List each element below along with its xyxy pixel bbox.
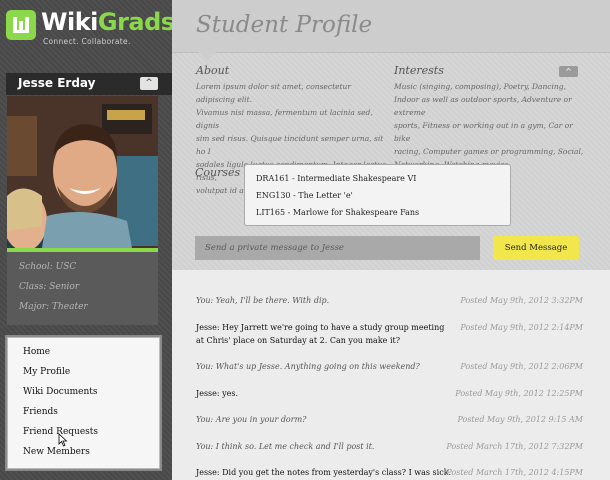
logo-tagline: Connect. Collaborate. [43,37,131,46]
interests-text: Music (singing, composing), Poetry, Danc… [394,80,589,171]
message-timestamp: Posted May 9th, 2012 2:06PM [460,362,583,371]
message-text: You: What's up Jesse. Anything going on … [196,362,420,371]
sidebar-nav: Home My Profile Wiki Documents Friends F… [7,337,160,469]
message-timestamp: Posted May 9th, 2012 12:25PM [455,389,583,398]
message-timestamp: Posted May 9th, 2012 2:14PM [460,323,583,332]
message-text: Jesse: Hey Jarrett we're going to have a… [196,323,445,345]
interests-line: Indoor as well as outdoor sports, Advent… [394,95,572,117]
course-item[interactable]: DRA161 - Intermediate Shakespeare VI [256,174,416,183]
about-line: Lorem ipsum dolor sit amet, consectetur … [196,82,351,104]
private-message-input[interactable] [195,236,480,260]
courses-heading: Courses [195,166,241,179]
nav-item-wiki-documents[interactable]: Wiki Documents [23,387,98,397]
nav-item-new-members[interactable]: New Members [23,447,90,457]
nav-item-home[interactable]: Home [23,347,50,357]
interests-heading: Interests [394,64,444,77]
about-line: sim sed risus. Quisque tincidunt semper … [196,134,384,156]
interests-line: Music (singing, composing), Poetry, Danc… [394,82,566,91]
nav-item-friends[interactable]: Friends [23,407,58,417]
logo-icon [6,10,36,40]
page-title: Student Profile [196,12,373,38]
message-timestamp: Posted March 17th, 2012 4:15PM [446,468,583,477]
profile-school: School: USC [19,262,77,272]
profile-class: Class: Senior [19,282,80,292]
course-item[interactable]: LIT165 - Marlowe for Shakespeare Fans [256,208,419,217]
logo-name-wiki: Wiki [41,8,98,36]
message-timestamp: Posted May 9th, 2012 3:32PM [460,296,583,305]
message-text: You: Yeah, I'll be there. With dip. [196,296,330,305]
profile-photo [7,96,158,248]
courses-list: DRA161 - Intermediate Shakespeare VI ENG… [244,164,511,226]
message-text: You: I think so. Let me check and I'll p… [196,442,375,451]
logo-name: WikiGrads [41,8,175,36]
about-heading: About [196,64,230,77]
about-line: Vivamus nisi massa, fermentum ut lacinia… [196,108,373,130]
profile-info: School: USC Class: Senior Major: Theater [7,252,158,325]
send-message-button[interactable]: Send Message [493,236,579,260]
message-timestamp: Posted March 17th, 2012 7:32PM [446,442,583,451]
course-item[interactable]: ENG130 - The Letter 'e' [256,191,353,200]
collapse-details-button[interactable]: ^ [559,66,578,77]
message-text: Jesse: Did you get the notes from yester… [196,468,452,477]
message-text: You: Are you in your dorm? [196,415,307,424]
message-timestamp: Posted May 9th, 2012 9:15 AM [457,415,583,424]
app-logo[interactable]: WikiGrads Connect. Collaborate. [6,8,175,46]
collapse-profile-button[interactable]: ^ [140,77,158,90]
profile-major: Major: Theater [19,302,88,312]
logo-name-grads: Grads [97,8,175,36]
profile-name: Jesse Erday [18,76,96,90]
interests-line: racing, Computer games or programming, S… [394,147,584,156]
interests-line: sports, Fitness or working out in a gym,… [394,121,573,143]
message-text: Jesse: yes. [196,389,239,398]
nav-item-my-profile[interactable]: My Profile [23,367,70,377]
profile-name-banner: Jesse Erday ^ [6,73,190,95]
mouse-cursor-icon [58,433,68,447]
